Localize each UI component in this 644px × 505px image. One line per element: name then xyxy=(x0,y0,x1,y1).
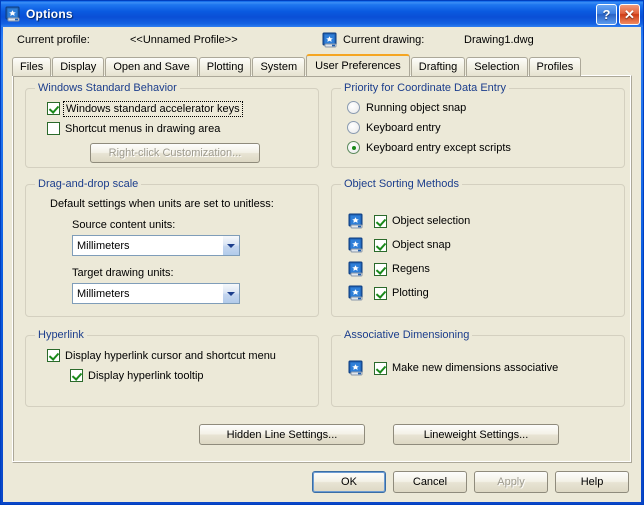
group-title-drag-and-drop-scale: Drag-and-drop scale xyxy=(35,178,142,190)
radio-icon[interactable] xyxy=(347,141,360,154)
drag-drop-description: Default settings when units are set to u… xyxy=(50,198,274,210)
checkbox-icon[interactable] xyxy=(47,349,60,362)
profile-bar: Current profile: <<Unnamed Profile>> Cur… xyxy=(4,28,640,53)
right-click-customization-button[interactable]: Right-click Customization... xyxy=(90,143,260,163)
checkbox-object-selection[interactable]: Object selection xyxy=(348,213,470,229)
title-bar[interactable]: Options ? ✕ xyxy=(1,1,643,27)
checkbox-label: Display hyperlink tooltip xyxy=(88,369,204,382)
current-drawing-label: Current drawing: xyxy=(343,34,425,46)
tab-drafting[interactable]: Drafting xyxy=(410,57,466,76)
source-content-units-value: Millimeters xyxy=(77,239,130,252)
group-associative-dimensioning: Associative Dimensioning Make new dimens… xyxy=(331,329,625,407)
group-drag-and-drop-scale: Drag-and-drop scale Default settings whe… xyxy=(25,178,319,317)
autocad-drawing-icon xyxy=(348,285,364,301)
hidden-line-settings-button[interactable]: Hidden Line Settings... xyxy=(199,424,365,445)
checkbox-icon[interactable] xyxy=(374,361,387,375)
checkbox-plotting[interactable]: Plotting xyxy=(348,285,429,301)
checkbox-label: Object snap xyxy=(392,239,451,251)
options-dialog-window: Options ? ✕ Current profile: <<Unnamed P… xyxy=(0,0,644,505)
checkbox-icon[interactable] xyxy=(374,286,387,300)
target-drawing-units-combobox[interactable]: Millimeters xyxy=(72,283,240,304)
current-profile-value: <<Unnamed Profile>> xyxy=(130,34,238,46)
autocad-drawing-icon xyxy=(322,32,338,48)
checkbox-make-new-dimensions-associative[interactable]: Make new dimensions associative xyxy=(348,360,558,376)
target-drawing-units-label: Target drawing units: xyxy=(72,267,174,279)
ok-button[interactable]: OK xyxy=(312,471,386,493)
user-preferences-page: Windows Standard Behavior Windows standa… xyxy=(12,75,632,463)
checkbox-label: Regens xyxy=(392,263,430,275)
checkbox-display-hyperlink-tooltip[interactable]: Display hyperlink tooltip xyxy=(70,369,204,382)
tab-system[interactable]: System xyxy=(252,57,306,76)
radio-running-object-snap[interactable]: Running object snap xyxy=(347,101,466,114)
checkbox-icon[interactable] xyxy=(374,214,387,228)
checkbox-label: Make new dimensions associative xyxy=(392,362,559,374)
radio-keyboard-entry[interactable]: Keyboard entry xyxy=(347,121,441,134)
checkbox-label: Object selection xyxy=(392,215,471,227)
checkbox-label: Windows standard accelerator keys xyxy=(63,100,243,117)
group-object-sorting-methods: Object Sorting Methods Object selection … xyxy=(331,178,625,317)
checkbox-regens[interactable]: Regens xyxy=(348,261,430,277)
lineweight-settings-button[interactable]: Lineweight Settings... xyxy=(393,424,559,445)
checkbox-object-snap[interactable]: Object snap xyxy=(348,237,451,253)
source-content-units-combobox[interactable]: Millimeters xyxy=(72,235,240,256)
tab-display[interactable]: Display xyxy=(52,57,105,76)
help-titlebar-button[interactable]: ? xyxy=(596,4,617,25)
tab-plotting[interactable]: Plotting xyxy=(198,57,252,76)
current-drawing-value: Drawing1.dwg xyxy=(464,34,534,46)
group-priority-coordinate-data-entry: Priority for Coordinate Data Entry Runni… xyxy=(331,82,625,168)
radio-icon[interactable] xyxy=(347,121,360,134)
tab-user-preferences[interactable]: User Preferences xyxy=(306,54,410,76)
group-title-priority-coordinate-data-entry: Priority for Coordinate Data Entry xyxy=(341,82,510,94)
close-icon[interactable]: ✕ xyxy=(619,4,640,25)
chevron-down-icon[interactable] xyxy=(222,284,239,303)
radio-label: Keyboard entry xyxy=(366,121,441,134)
group-windows-standard-behavior: Windows Standard Behavior Windows standa… xyxy=(25,82,319,168)
autocad-drawing-icon xyxy=(5,6,21,22)
checkbox-label: Plotting xyxy=(392,287,429,299)
autocad-drawing-icon xyxy=(348,360,364,376)
checkbox-icon[interactable] xyxy=(47,102,60,115)
autocad-drawing-icon xyxy=(348,213,364,229)
group-title-object-sorting-methods: Object Sorting Methods xyxy=(341,178,462,190)
checkbox-icon[interactable] xyxy=(374,238,387,252)
checkbox-shortcut-menus-in-drawing-area[interactable]: Shortcut menus in drawing area xyxy=(47,122,220,135)
window-title: Options xyxy=(26,7,73,21)
checkbox-display-hyperlink-cursor[interactable]: Display hyperlink cursor and shortcut me… xyxy=(47,349,276,362)
group-title-associative-dimensioning: Associative Dimensioning xyxy=(341,329,473,341)
dialog-button-bar: OK Cancel Apply Help xyxy=(4,463,640,501)
title-bar-buttons: ? ✕ xyxy=(596,4,640,25)
radio-keyboard-entry-except-scripts[interactable]: Keyboard entry except scripts xyxy=(347,141,511,154)
current-profile-label: Current profile: xyxy=(17,34,90,46)
radio-label: Running object snap xyxy=(366,101,467,114)
dialog-client-area: Current profile: <<Unnamed Profile>> Cur… xyxy=(3,27,641,502)
radio-icon[interactable] xyxy=(347,101,360,114)
checkbox-icon[interactable] xyxy=(70,369,83,382)
checkbox-label: Display hyperlink cursor and shortcut me… xyxy=(65,349,276,362)
chevron-down-icon[interactable] xyxy=(222,236,239,255)
checkbox-windows-standard-accelerator-keys[interactable]: Windows standard accelerator keys xyxy=(47,100,243,117)
radio-label: Keyboard entry except scripts xyxy=(366,141,511,154)
group-title-windows-standard-behavior: Windows Standard Behavior xyxy=(35,82,180,94)
source-content-units-label: Source content units: xyxy=(72,219,176,231)
autocad-drawing-icon xyxy=(348,237,364,253)
tab-files[interactable]: Files xyxy=(12,57,52,76)
resize-grip[interactable] xyxy=(625,486,639,500)
autocad-drawing-icon xyxy=(348,261,364,277)
target-drawing-units-value: Millimeters xyxy=(77,287,130,300)
tab-open-and-save[interactable]: Open and Save xyxy=(105,57,198,76)
checkbox-icon[interactable] xyxy=(47,122,60,135)
cancel-button[interactable]: Cancel xyxy=(393,471,467,493)
group-title-hyperlink: Hyperlink xyxy=(35,329,87,341)
group-hyperlink: Hyperlink Display hyperlink cursor and s… xyxy=(25,329,319,407)
apply-button[interactable]: Apply xyxy=(474,471,548,493)
tab-selection[interactable]: Selection xyxy=(466,57,528,76)
checkbox-icon[interactable] xyxy=(374,262,387,276)
checkbox-label: Shortcut menus in drawing area xyxy=(65,122,221,135)
help-button[interactable]: Help xyxy=(555,471,629,493)
tab-profiles[interactable]: Profiles xyxy=(528,57,582,76)
tab-strip: Files Display Open and Save Plotting Sys… xyxy=(12,54,632,76)
